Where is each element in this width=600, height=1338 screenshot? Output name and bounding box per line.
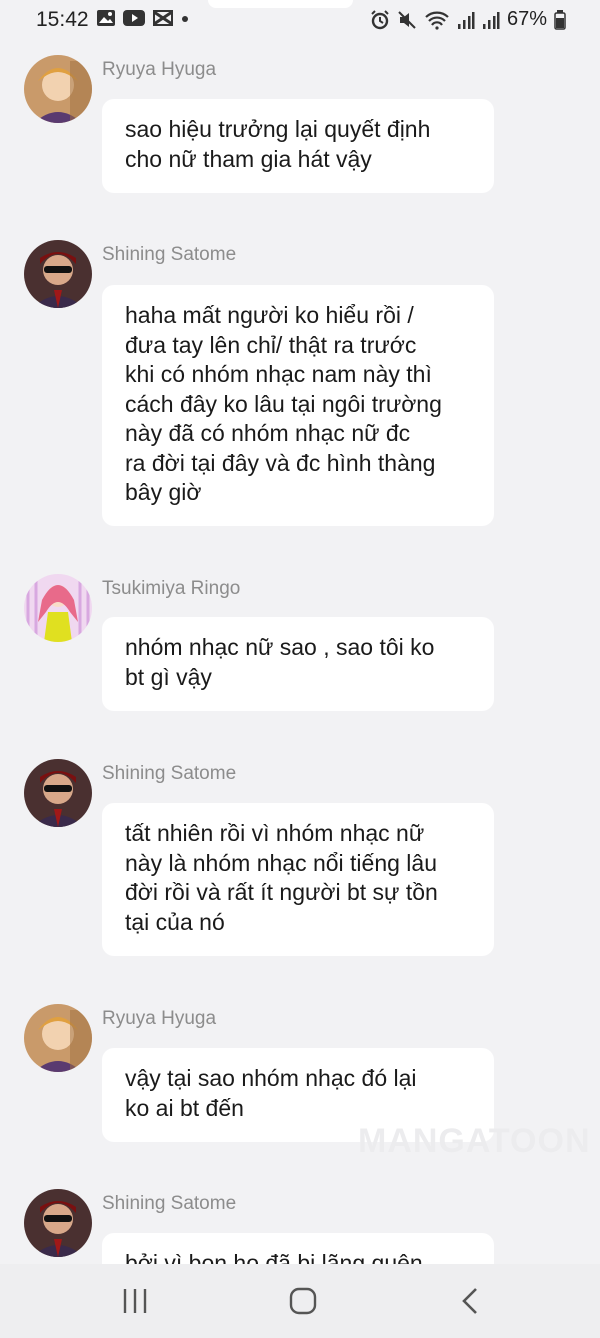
signal-icon — [482, 11, 500, 29]
back-icon[interactable] — [458, 1286, 484, 1316]
avatar-shining[interactable] — [24, 240, 92, 308]
message-bubble: sao hiệu trưởng lại quyết định cho nữ th… — [102, 99, 494, 193]
sender-name: Shining Satome — [102, 1193, 237, 1214]
recent-apps-icon[interactable] — [120, 1286, 150, 1316]
signal-icon — [457, 11, 475, 29]
home-icon[interactable] — [288, 1286, 318, 1316]
capcut-icon — [153, 10, 173, 26]
wifi-icon — [425, 11, 449, 30]
dot-icon — [182, 16, 188, 22]
chat-message: Shining Satome bởi vì bọn họ đã bị lãng … — [0, 1189, 600, 1264]
sender-name: Ryuya Hyuga — [102, 1008, 217, 1029]
avatar-shining[interactable] — [24, 1189, 92, 1257]
alarm-icon — [371, 9, 389, 29]
sender-name: Shining Satome — [102, 244, 237, 265]
battery-percent: 67% — [506, 8, 547, 30]
status-bar: 15:42 67% — [0, 0, 600, 40]
watermark: MANGATOON — [358, 1122, 591, 1160]
message-bubble: nhóm nhạc nữ sao , sao tôi ko bt gì vậy — [102, 617, 494, 711]
youtube-icon — [123, 10, 145, 26]
sender-name: Ryuya Hyuga — [102, 59, 217, 80]
mute-icon — [398, 10, 416, 29]
sender-name: Shining Satome — [102, 763, 237, 784]
message-bubble: tất nhiên rồi vì nhóm nhạc nữ này là nhó… — [102, 803, 494, 956]
message-bubble: haha mất người ko hiểu rồi / đưa tay lên… — [102, 285, 494, 526]
top-pill — [208, 0, 353, 8]
avatar-shining[interactable] — [24, 759, 92, 827]
avatar-ringo[interactable] — [24, 574, 92, 642]
chat-message: Tsukimiya Ringo nhóm nhạc nữ sao , sao t… — [0, 574, 600, 714]
navigation-bar — [0, 1264, 600, 1338]
chat-message: Ryuya Hyuga sao hiệu trưởng lại quyết đị… — [0, 55, 600, 195]
avatar-ryuya[interactable] — [24, 55, 92, 123]
status-time: 15:42 — [36, 8, 89, 31]
sender-name: Tsukimiya Ringo — [102, 578, 241, 599]
avatar-ryuya[interactable] — [24, 1004, 92, 1072]
chat-message: Shining Satome haha mất người ko hiểu rồ… — [0, 240, 600, 530]
battery-icon — [554, 9, 566, 30]
chat-message: Shining Satome tất nhiên rồi vì nhóm nhạ… — [0, 759, 600, 959]
image-icon — [97, 10, 115, 26]
message-bubble: bởi vì bọn họ đã bị lãng quên — [102, 1233, 494, 1264]
